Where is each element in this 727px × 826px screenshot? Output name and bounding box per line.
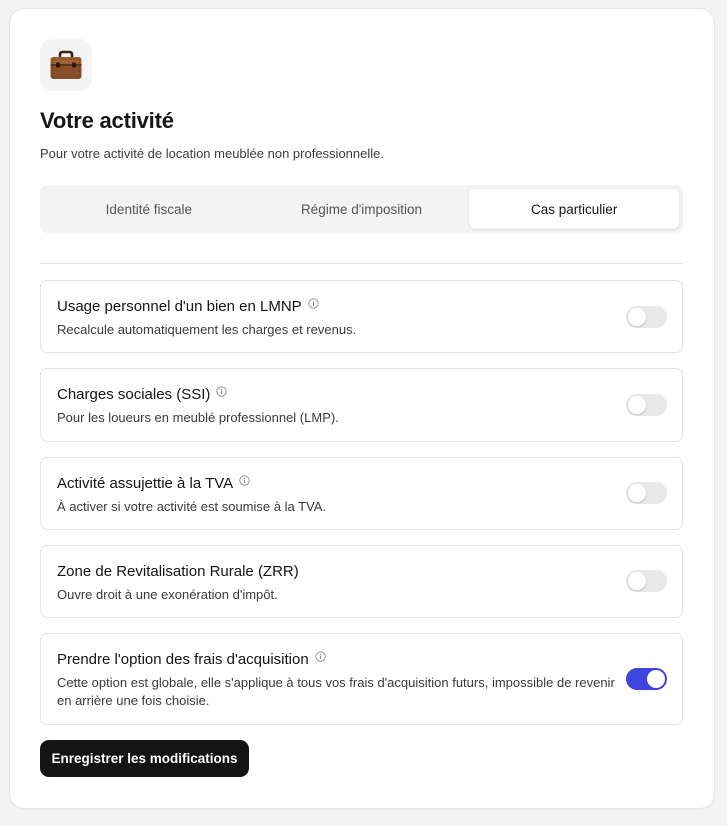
toggle-knob xyxy=(628,308,646,326)
option-description: À activer si votre activité est soumise … xyxy=(57,499,327,514)
option-zrr: Zone de Revitalisation Rurale (ZRR) Ouvr… xyxy=(40,545,683,618)
info-icon[interactable] xyxy=(315,649,326,662)
tab-identite-fiscale[interactable]: Identité fiscale xyxy=(44,189,254,229)
option-frais-acquisition: Prendre l'option des frais d'acquisition… xyxy=(40,633,683,725)
usage-personnel-toggle[interactable] xyxy=(626,306,667,328)
option-description: Pour les loueurs en meublé professionnel… xyxy=(57,410,339,425)
info-icon[interactable] xyxy=(216,384,228,397)
option-title: Prendre l'option des frais d'acquisition xyxy=(57,651,309,668)
option-title: Charges sociales (SSI) xyxy=(57,386,211,403)
tab-regime-imposition[interactable]: Régime d'imposition xyxy=(257,189,467,229)
option-title: Zone de Revitalisation Rurale (ZRR) xyxy=(57,563,299,580)
charges-sociales-toggle[interactable] xyxy=(626,394,667,416)
save-button[interactable]: Enregistrer les modifications xyxy=(40,740,249,777)
tab-bar: Identité fiscale Régime d'imposition Cas… xyxy=(40,185,683,233)
info-icon[interactable] xyxy=(239,473,250,486)
toggle-knob xyxy=(628,484,646,502)
settings-card: Votre activité Pour votre activité de lo… xyxy=(10,9,714,808)
toggle-knob xyxy=(628,396,646,414)
frais-acquisition-toggle[interactable] xyxy=(626,668,667,690)
zrr-toggle[interactable] xyxy=(626,570,667,592)
page-subtitle: Pour votre activité de location meublée … xyxy=(40,146,384,161)
option-description: Ouvre droit à une exonération d'impôt. xyxy=(57,587,278,602)
tva-toggle[interactable] xyxy=(626,482,667,504)
tab-cas-particulier[interactable]: Cas particulier xyxy=(469,189,680,229)
divider xyxy=(40,263,683,264)
option-charges-sociales: Charges sociales (SSI) Pour les loueurs … xyxy=(40,368,683,442)
option-title: Usage personnel d'un bien en LMNP xyxy=(57,298,302,315)
briefcase-icon xyxy=(40,39,92,91)
page-title: Votre activité xyxy=(40,108,174,133)
toggle-knob xyxy=(647,670,665,688)
toggle-knob xyxy=(628,572,646,590)
option-title: Activité assujettie à la TVA xyxy=(57,475,234,492)
option-tva: Activité assujettie à la TVA À activer s… xyxy=(40,457,683,530)
option-description: Cette option est globale, elle s'appliqu… xyxy=(57,675,615,708)
option-usage-personnel: Usage personnel d'un bien en LMNP Recalc… xyxy=(40,280,683,353)
option-description: Recalcule automatiquement les charges et… xyxy=(57,322,357,337)
info-icon[interactable] xyxy=(308,296,319,309)
